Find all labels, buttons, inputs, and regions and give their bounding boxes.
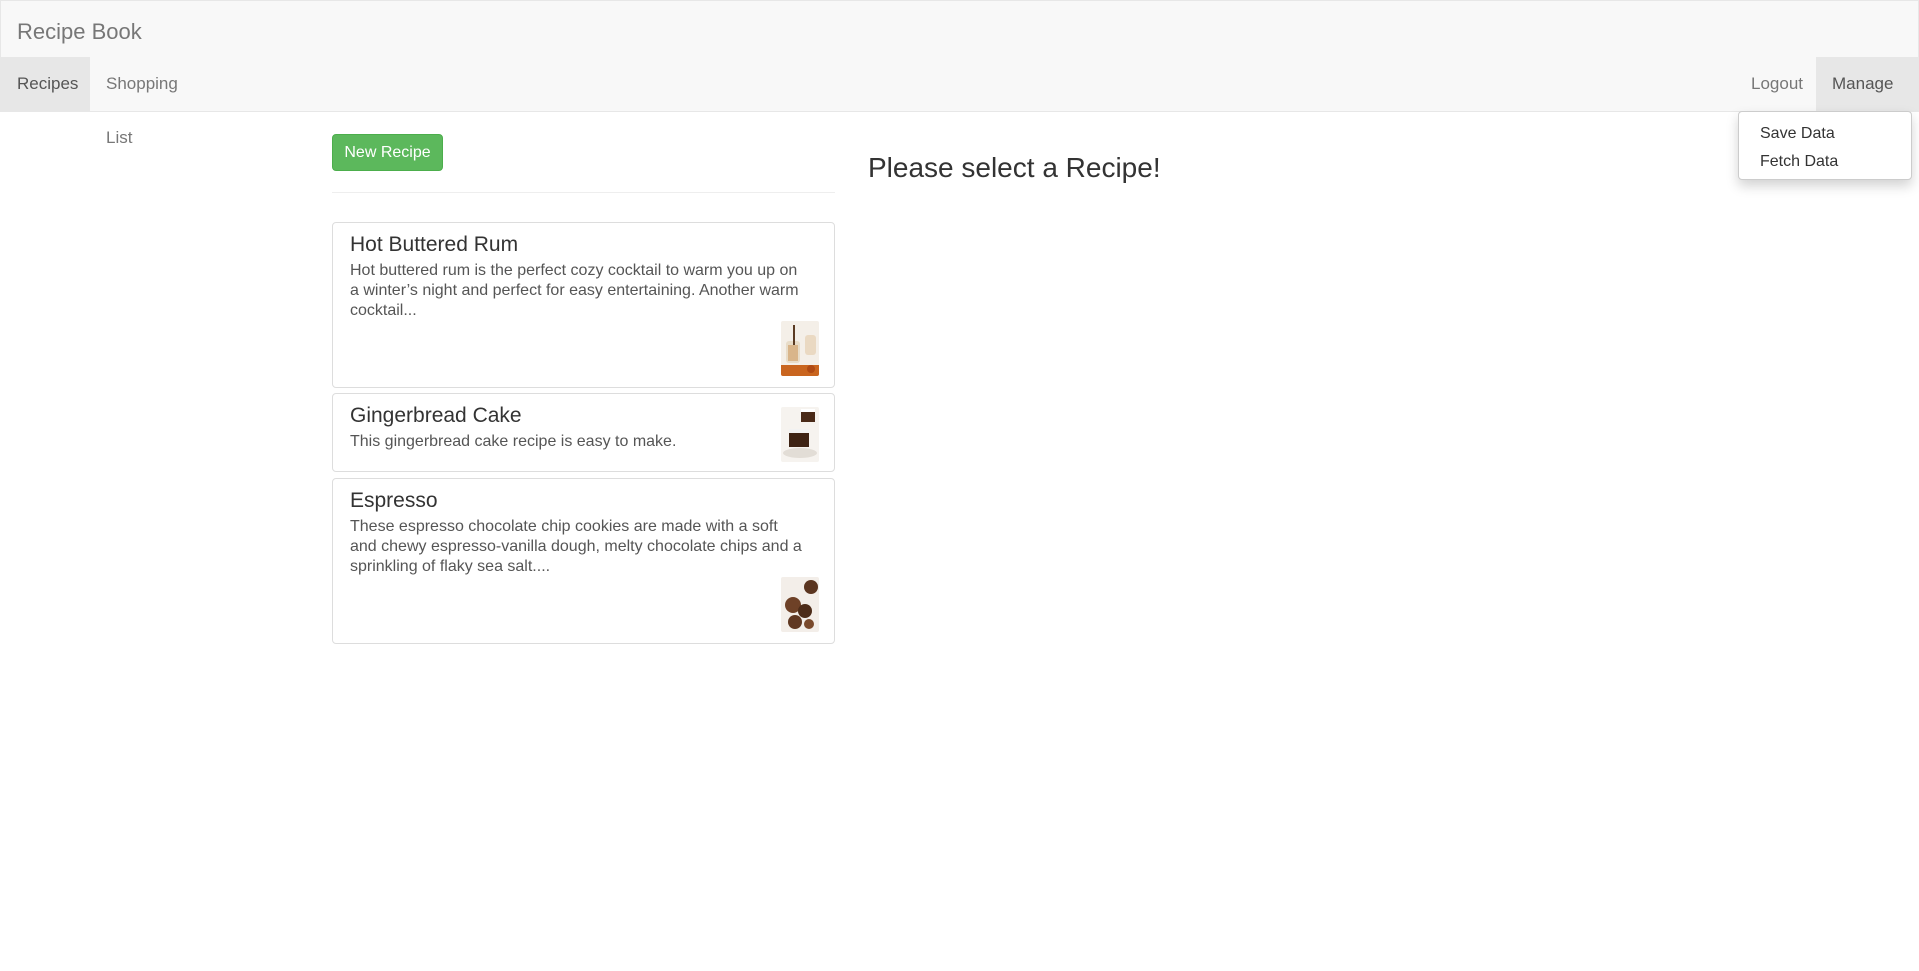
recipe-item[interactable]: Gingerbread Cake This gingerbread cake r… — [332, 393, 835, 472]
recipe-thumbnail — [781, 407, 819, 462]
recipe-name: Espresso — [350, 489, 438, 512]
recipe-item[interactable]: Hot Buttered Rum Hot buttered rum is the… — [332, 222, 835, 388]
recipe-name: Gingerbread Cake — [350, 404, 522, 427]
nav-shopping-list[interactable]: Shopping List — [90, 57, 216, 147]
recipe-item[interactable]: Espresso These espresso chocolate chip c… — [332, 478, 835, 644]
new-recipe-button[interactable]: New Recipe — [332, 134, 443, 171]
detail-placeholder: Please select a Recipe! — [868, 152, 1161, 183]
recipe-description: Hot buttered rum is the perfect cozy coc… — [350, 262, 799, 319]
nav-logout[interactable]: Logout — [1735, 57, 1816, 111]
brand-link[interactable]: Recipe Book — [17, 19, 142, 45]
recipe-thumbnail — [781, 321, 819, 376]
recipe-description: This gingerbread cake recipe is easy to … — [350, 433, 677, 450]
navbar: Recipe Book Recipes Shopping List Logout… — [0, 0, 1919, 147]
divider — [332, 192, 835, 193]
manage-dropdown-menu: Save Data Fetch Data — [1738, 111, 1912, 180]
manage-label: Manage — [1832, 74, 1894, 93]
manage-dropdown-toggle[interactable]: Manage — [1816, 57, 1918, 142]
save-data-item[interactable]: Save Data — [1739, 120, 1911, 148]
recipe-thumbnail — [781, 577, 819, 632]
recipe-name: Hot Buttered Rum — [350, 233, 519, 256]
nav-recipes[interactable]: Recipes — [1, 57, 90, 111]
fetch-data-item[interactable]: Fetch Data — [1739, 148, 1911, 176]
recipe-description: These espresso chocolate chip cookies ar… — [350, 518, 802, 575]
